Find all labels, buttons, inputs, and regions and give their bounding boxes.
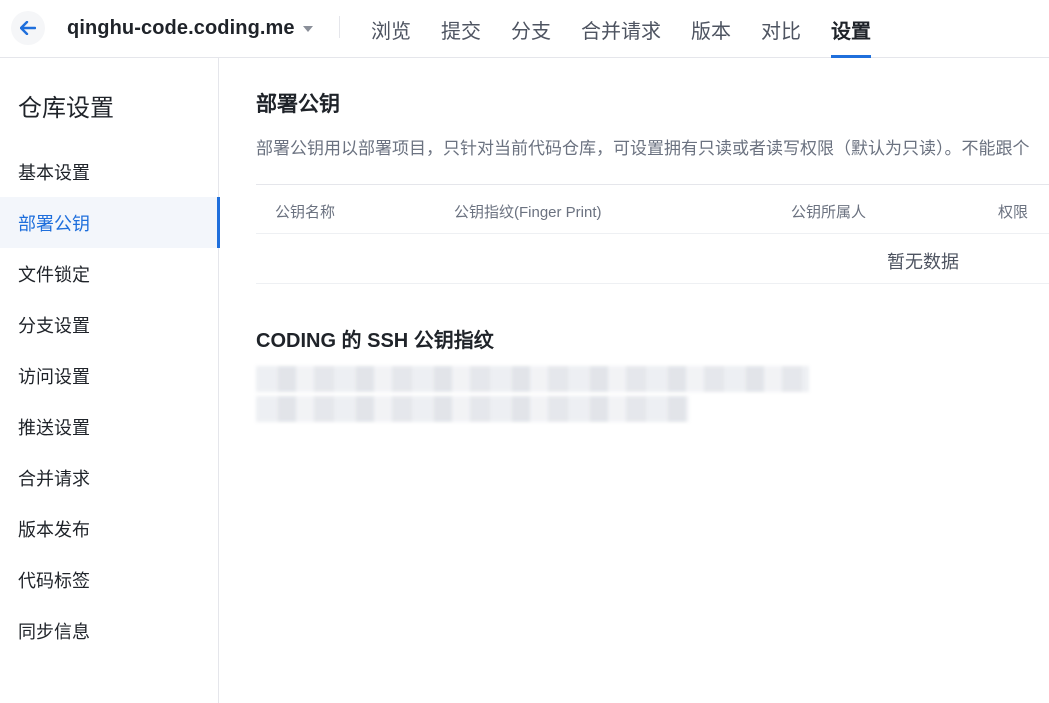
sidebar-item-label: 同步信息 <box>18 621 90 642</box>
tab-compare[interactable]: 对比 <box>750 0 812 58</box>
back-button[interactable] <box>11 11 45 45</box>
column-header-key-name: 公钥名称 <box>275 204 336 221</box>
ssh-fingerprint-redacted <box>256 396 689 422</box>
sidebar-menu: 基本设置 部署公钥 文件锁定 分支设置 访问设置 推送设置 合并请求 版本发布 … <box>0 146 220 656</box>
repo-selector[interactable]: qinghu-code.coding.me <box>67 17 313 40</box>
repo-nav-tabs: 浏览 提交 分支 合并请求 版本 对比 设置 <box>360 0 890 58</box>
sidebar-item-label: 基本设置 <box>18 162 90 183</box>
tab-label: 对比 <box>761 20 801 43</box>
sidebar-item-label: 文件锁定 <box>18 264 90 285</box>
sidebar-item-access-settings[interactable]: 访问设置 <box>0 350 219 401</box>
ssh-fingerprint-redacted <box>256 366 809 392</box>
sidebar-item-label: 推送设置 <box>18 417 90 438</box>
tab-commits[interactable]: 提交 <box>430 0 492 58</box>
sidebar-item-label: 部署公钥 <box>18 213 90 234</box>
page-title: 部署公钥 <box>256 93 340 116</box>
column-header-permission: 权限 <box>998 204 1029 221</box>
tab-branches[interactable]: 分支 <box>500 0 562 58</box>
main-content: 部署公钥 部署公钥用以部署项目，只针对当前代码仓库，可设置拥有只读或者读写权限（… <box>219 58 1049 703</box>
sidebar-item-file-lock[interactable]: 文件锁定 <box>0 248 219 299</box>
tab-merge-requests[interactable]: 合并请求 <box>570 0 672 58</box>
sidebar-item-label: 分支设置 <box>18 315 90 336</box>
tab-label: 提交 <box>441 20 481 43</box>
sidebar-item-sync-info[interactable]: 同步信息 <box>0 605 219 656</box>
caret-down-icon <box>302 25 313 32</box>
tab-label: 设置 <box>831 20 871 43</box>
sidebar-item-label: 代码标签 <box>18 570 90 591</box>
sidebar-item-label: 版本发布 <box>18 519 90 540</box>
table-header: 公钥名称 公钥指纹(Finger Print) 公钥所属人 权限 <box>256 184 1049 234</box>
tab-label: 版本 <box>691 20 731 43</box>
sidebar-item-push-settings[interactable]: 推送设置 <box>0 401 219 452</box>
sidebar-item-merge-requests[interactable]: 合并请求 <box>0 452 219 503</box>
tab-label: 分支 <box>511 20 551 43</box>
sidebar-title: 仓库设置 <box>18 95 114 122</box>
sidebar-item-label: 访问设置 <box>18 366 90 387</box>
ssh-fingerprint-title: CODING 的 SSH 公钥指纹 <box>256 330 494 352</box>
sidebar-item-branch-settings[interactable]: 分支设置 <box>0 299 219 350</box>
tab-settings[interactable]: 设置 <box>820 0 882 58</box>
column-header-fingerprint: 公钥指纹(Finger Print) <box>454 204 602 221</box>
sidebar-item-releases[interactable]: 版本发布 <box>0 503 219 554</box>
deploy-keys-table: 公钥名称 公钥指纹(Finger Print) 公钥所属人 权限 暂无数据 <box>256 184 1049 284</box>
tab-releases[interactable]: 版本 <box>680 0 742 58</box>
settings-sidebar: 仓库设置 基本设置 部署公钥 文件锁定 分支设置 访问设置 推送设置 合并请求 … <box>0 58 220 703</box>
page-description: 部署公钥用以部署项目，只针对当前代码仓库，可设置拥有只读或者读写权限（默认为只读… <box>256 139 1030 158</box>
top-bar: qinghu-code.coding.me 浏览 提交 分支 合并请求 版本 对… <box>0 0 1049 58</box>
column-header-owner: 公钥所属人 <box>791 204 867 221</box>
sidebar-item-code-tags[interactable]: 代码标签 <box>0 554 219 605</box>
sidebar-item-label: 合并请求 <box>18 468 90 489</box>
tab-label: 合并请求 <box>581 20 661 43</box>
sidebar-item-basic-settings[interactable]: 基本设置 <box>0 146 219 197</box>
sidebar-item-deploy-keys[interactable]: 部署公钥 <box>0 197 220 248</box>
divider <box>339 16 340 38</box>
repo-name: qinghu-code.coding.me <box>67 17 295 39</box>
arrow-left-icon <box>20 21 36 35</box>
tab-label: 浏览 <box>371 20 411 43</box>
tab-browse[interactable]: 浏览 <box>360 0 422 58</box>
empty-state-text: 暂无数据 <box>887 252 959 272</box>
table-empty-row: 暂无数据 <box>256 234 1049 284</box>
